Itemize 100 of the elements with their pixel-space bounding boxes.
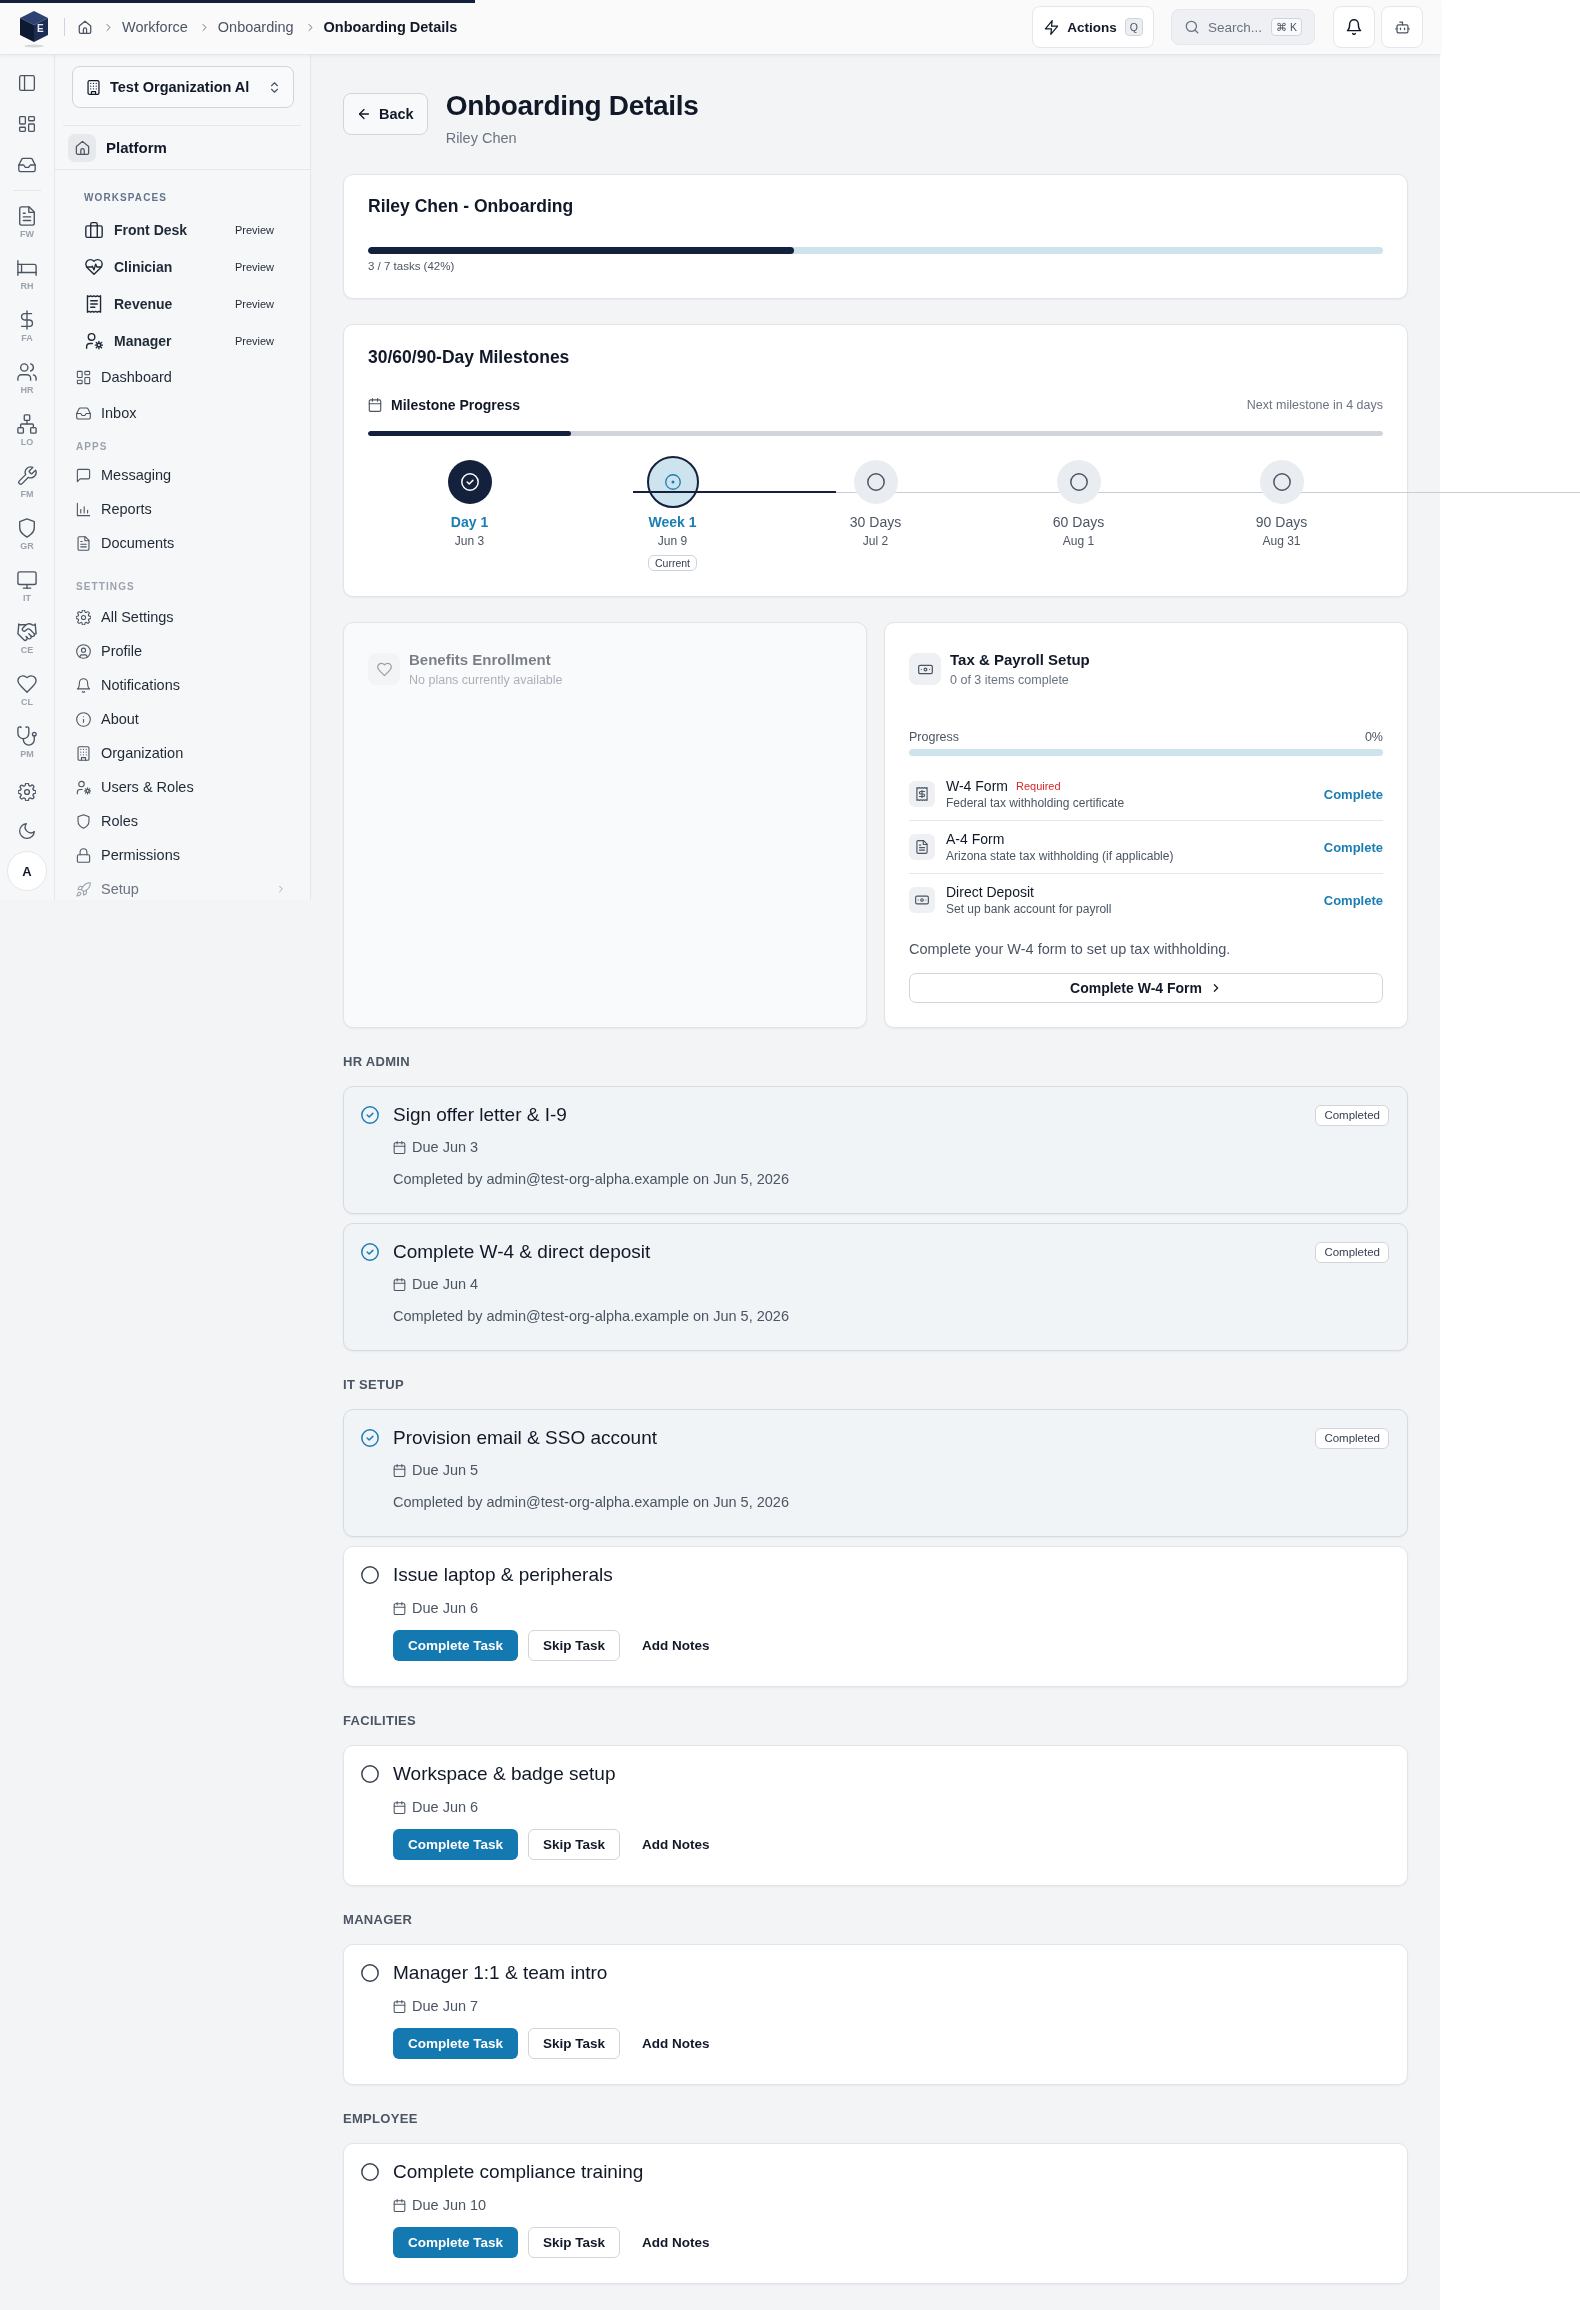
group-heading: EMPLOYEE bbox=[343, 2111, 419, 2127]
chevron-right-icon bbox=[276, 884, 286, 894]
app-logo[interactable]: E bbox=[18, 10, 50, 48]
task-title: Issue laptop & peripherals bbox=[393, 1564, 613, 1586]
add-notes-button[interactable]: Add Notes bbox=[630, 1630, 722, 1661]
completion-note: Completed by admin@test-org-alpha.example on Jun 5, 2026 bbox=[393, 1170, 790, 1188]
complete-task-button[interactable]: Complete Task bbox=[393, 2227, 519, 2258]
milestone-date: Jun 3 bbox=[454, 533, 485, 549]
nav-link[interactable]: About bbox=[55, 702, 310, 736]
preview-label: Preview bbox=[234, 334, 274, 347]
calendar-icon bbox=[393, 1800, 406, 1814]
search-button[interactable]: Search... ⌘ K bbox=[1171, 9, 1315, 45]
current-badge: Current bbox=[648, 555, 697, 571]
nav-link[interactable]: Organization bbox=[55, 736, 310, 770]
nav-link[interactable]: Dashboard bbox=[55, 359, 310, 395]
task-title: Complete W-4 & direct deposit bbox=[393, 1241, 651, 1263]
nav-link[interactable]: Users & Roles bbox=[55, 770, 310, 804]
milestone-date: Jun 9 bbox=[657, 533, 688, 549]
group-heading: FACILITIES bbox=[343, 1713, 418, 1729]
circle-icon[interactable] bbox=[361, 1765, 379, 1783]
card-title: Benefits Enrollment bbox=[409, 650, 552, 670]
grid-icon[interactable] bbox=[18, 115, 36, 133]
complete-task-button[interactable]: Complete Task bbox=[393, 2028, 519, 2059]
circle-icon[interactable] bbox=[361, 2163, 379, 2181]
bar-chart-icon bbox=[76, 501, 91, 517]
actions-button[interactable]: Actions Q bbox=[1032, 6, 1154, 48]
page-subtitle: Riley Chen bbox=[445, 129, 518, 148]
completion-note: Completed by admin@test-org-alpha.example on Jun 5, 2026 bbox=[393, 1307, 790, 1325]
check-circle-icon[interactable] bbox=[361, 1243, 379, 1261]
platform-link[interactable]: Platform bbox=[55, 126, 310, 170]
due-date: Due Jun 6 bbox=[412, 1798, 479, 1816]
preview-label: Preview bbox=[234, 260, 274, 273]
breadcrumb-link[interactable]: Workforce bbox=[122, 17, 188, 37]
page-title: Onboarding Details bbox=[445, 89, 699, 123]
hint-text: Complete your W-4 form to set up tax withholding. bbox=[909, 940, 1232, 959]
complete-link[interactable]: Complete bbox=[1323, 839, 1383, 855]
notifications-button[interactable] bbox=[1333, 6, 1375, 48]
circle-icon[interactable] bbox=[361, 1964, 379, 1982]
skip-task-button[interactable]: Skip Task bbox=[528, 1829, 621, 1860]
check-circle-icon[interactable] bbox=[361, 1106, 379, 1124]
moon-icon[interactable] bbox=[18, 822, 36, 840]
due-date: Due Jun 6 bbox=[412, 1599, 479, 1617]
skip-task-button[interactable]: Skip Task bbox=[528, 2227, 621, 2258]
network-icon bbox=[17, 414, 37, 434]
milestone-date: Aug 1 bbox=[1062, 533, 1095, 549]
bell-icon bbox=[1346, 19, 1362, 35]
complete-link[interactable]: Complete bbox=[1323, 892, 1383, 908]
nav-link[interactable]: Documents bbox=[55, 526, 310, 560]
nav-link[interactable]: Messaging bbox=[55, 458, 310, 492]
home-icon[interactable] bbox=[78, 20, 92, 34]
due-date: Due Jun 10 bbox=[412, 2196, 487, 2214]
form-description: Arizona state tax withholding (if applicable) bbox=[946, 848, 1175, 864]
organization-selector[interactable]: Test Organization Al bbox=[72, 66, 294, 108]
workspace-link[interactable]: Clinician Preview bbox=[55, 248, 310, 285]
gear-icon[interactable] bbox=[18, 783, 36, 801]
skip-task-button[interactable]: Skip Task bbox=[528, 1630, 621, 1661]
complete-link[interactable]: Complete bbox=[1323, 786, 1383, 802]
complete-form-button[interactable]: Complete W-4 Form bbox=[909, 973, 1383, 1003]
add-notes-button[interactable]: Add Notes bbox=[630, 1829, 722, 1860]
add-notes-button[interactable]: Add Notes bbox=[630, 2028, 722, 2059]
form-description: Federal tax withholding certificate bbox=[946, 795, 1126, 811]
card-subtitle: No plans currently available bbox=[409, 672, 563, 688]
add-notes-button[interactable]: Add Notes bbox=[630, 2227, 722, 2258]
nav-link[interactable]: Inbox bbox=[55, 395, 310, 431]
banknote-icon bbox=[909, 887, 935, 913]
user-circle-icon bbox=[76, 643, 91, 659]
lightning-icon bbox=[1044, 19, 1060, 35]
briefcase-icon bbox=[85, 220, 103, 239]
nav-link[interactable]: All Settings bbox=[55, 600, 310, 634]
wrench-icon bbox=[17, 466, 37, 486]
back-button[interactable]: Back bbox=[343, 93, 428, 135]
inbox-icon bbox=[76, 405, 91, 421]
workspace-link[interactable]: Front Desk Preview bbox=[55, 211, 310, 248]
complete-task-button[interactable]: Complete Task bbox=[393, 1829, 519, 1860]
sidebar-toggle-icon[interactable] bbox=[18, 74, 36, 92]
nav-link[interactable]: Roles bbox=[55, 804, 310, 838]
rocket-icon bbox=[76, 881, 91, 897]
due-date: Due Jun 3 bbox=[412, 1138, 479, 1156]
shield-icon bbox=[76, 813, 91, 829]
avatar[interactable]: A bbox=[7, 851, 47, 891]
breadcrumb-link[interactable]: Onboarding Details bbox=[323, 17, 458, 37]
nav-link[interactable]: Permissions bbox=[55, 838, 310, 872]
check-circle-icon[interactable] bbox=[361, 1429, 379, 1447]
breadcrumb-link[interactable]: Onboarding bbox=[217, 17, 294, 37]
complete-task-button[interactable]: Complete Task bbox=[393, 1630, 519, 1661]
inbox-icon[interactable] bbox=[18, 156, 36, 174]
nav-link[interactable]: Notifications bbox=[55, 668, 310, 702]
group-heading: MANAGER bbox=[343, 1912, 414, 1928]
shortcut-key: Q bbox=[1124, 18, 1143, 36]
workspace-link[interactable]: Revenue Preview bbox=[55, 285, 310, 322]
circle-icon[interactable] bbox=[361, 1566, 379, 1584]
skip-task-button[interactable]: Skip Task bbox=[528, 2028, 621, 2059]
completion-note: Completed by admin@test-org-alpha.example on Jun 5, 2026 bbox=[393, 1493, 790, 1511]
milestone-progress-label: Milestone Progress bbox=[391, 397, 521, 413]
nav-link[interactable]: Reports bbox=[55, 492, 310, 526]
nav-link[interactable]: Profile bbox=[55, 634, 310, 668]
nav-link[interactable]: Setup bbox=[55, 872, 310, 900]
form-title: W-4 Form bbox=[946, 777, 1008, 795]
workspace-link[interactable]: Manager Preview bbox=[55, 322, 310, 359]
assistant-button[interactable] bbox=[1381, 6, 1423, 48]
